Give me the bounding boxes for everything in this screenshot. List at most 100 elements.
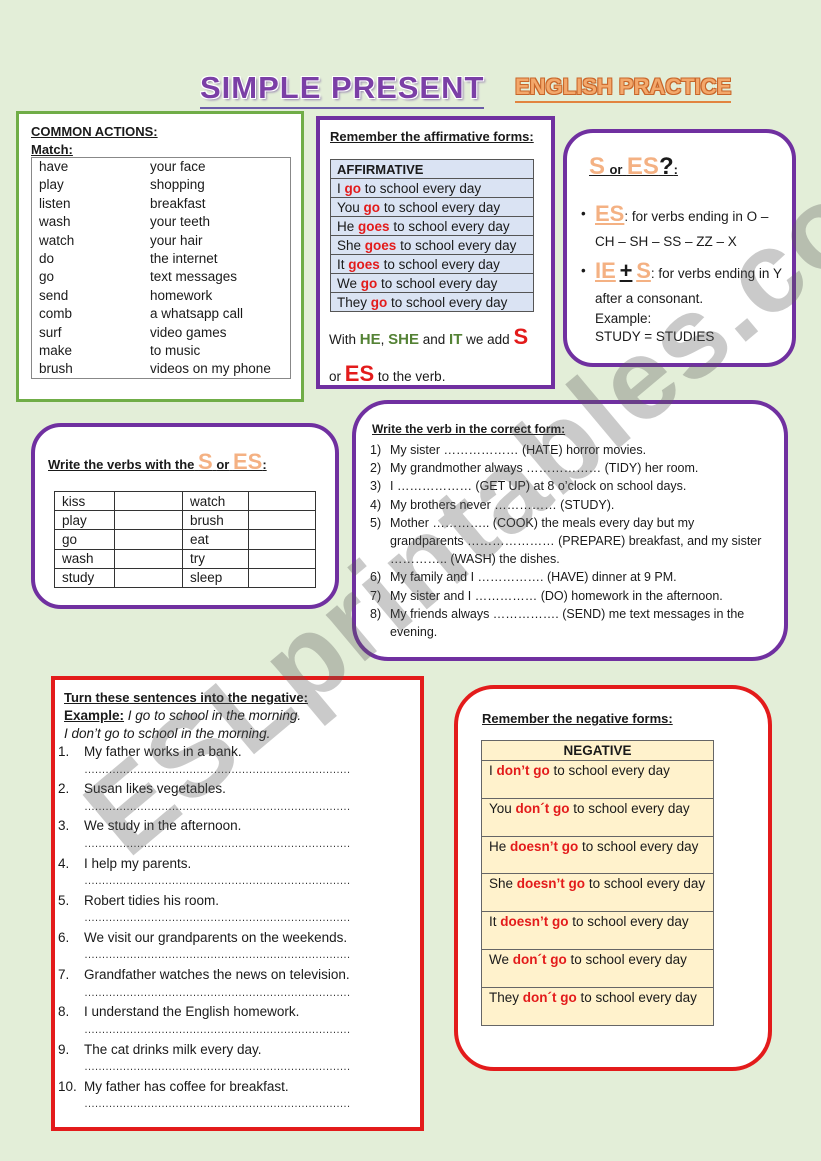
negative-row: They don´t go to school every day [481, 986, 714, 1026]
exercise-item: 3) I ……………… (GET UP) at 8 o’clock on scho… [370, 479, 687, 494]
verb-form-heading: Write the verb in the correct form: [372, 422, 566, 436]
match-row: send homework [39, 287, 213, 303]
answer-line[interactable]: ……………………………………………………………………………… [58, 873, 351, 892]
answer-line[interactable]: ……………………………………………………………………………… [58, 836, 351, 855]
match-row: play shopping [39, 177, 205, 193]
answer-line[interactable]: ……………………………………………………………………………… [58, 1096, 351, 1115]
affirmative-row: You go to school every day [330, 197, 534, 217]
exercise-item: 8. I understand the English homework. [58, 1004, 300, 1020]
exercise-item: 7) My sister and I …………… (DO) homework in… [370, 588, 723, 603]
answer-cell[interactable] [248, 529, 316, 550]
negative-table-header: NEGATIVE [481, 740, 714, 761]
negative-exercise-box: Turn these sentences into the negative: … [51, 676, 424, 1131]
rule-es: ES: for verbs ending in O – CH – SH – SS… [581, 201, 791, 254]
negative-example: Example: I go to school in the morning. … [64, 708, 302, 741]
answer-cell[interactable] [114, 529, 183, 550]
answer-cell[interactable] [114, 510, 183, 531]
rule-example: STUDY = STUDIES [595, 329, 715, 344]
rule-example-label: Example: [595, 311, 652, 326]
affirmative-table: AFFIRMATIVE I go to school every day You… [330, 159, 534, 312]
rule-ies: IE + S: for verbs ending in Y after a co… [581, 258, 791, 311]
affirmative-table-header: AFFIRMATIVE [330, 159, 534, 179]
negative-forms-heading: Remember the negative forms: [482, 711, 673, 726]
answer-line[interactable]: ……………………………………………………………………………… [58, 762, 351, 781]
exercise-item: 6) My family and I ……………. (HAVE) dinner a… [370, 570, 677, 585]
answer-cell[interactable] [114, 490, 183, 512]
exercise-item: 1) My sister ……………… (HATE) horror movies. [370, 443, 647, 457]
exercise-item: 9. The cat drinks milk every day. [58, 1041, 262, 1057]
negative-row: She doesn’t go to school every day [481, 873, 714, 913]
negative-row: You don´t go to school every day [481, 797, 714, 837]
answer-line[interactable]: ……………………………………………………………………………… [58, 1059, 351, 1078]
match-row: wash your teeth [39, 214, 211, 230]
page-title: SIMPLE PRESENT [200, 70, 485, 109]
verb-row: study sleep [54, 567, 316, 588]
negative-exercise-heading: Turn these sentences into the negative: [64, 690, 308, 705]
verb-row: wash try [54, 548, 316, 569]
match-row: brush videos on my phone [39, 361, 271, 377]
match-row: surf video games [39, 324, 227, 340]
exercise-item: 5) Mother ………….. (COOK) the meals every d… [370, 515, 762, 567]
s-or-es-rules-box: S or ES?: ES: for verbs ending in O – CH… [563, 129, 796, 367]
common-actions-heading: COMMON ACTIONS: Match: [31, 124, 158, 157]
verb-form-box: Write the verb in the correct form: 1) My… [352, 400, 788, 661]
s-or-es-title: S or ES?: [589, 153, 678, 180]
affirmative-row: It goes to school every day [330, 254, 534, 274]
verb-form-list: 1) My sister ……………… (HATE) horror movies.… [370, 441, 770, 641]
match-row: comb a whatsapp call [39, 306, 244, 322]
write-verbs-table: kiss watch play brush go eat wash try study s… [54, 490, 316, 588]
exercise-item: 8) My friends always ……………. (SEND) me tex… [370, 606, 745, 640]
exercise-item: 4. I help my parents. [58, 855, 192, 871]
affirmative-row: He goes to school every day [330, 216, 534, 236]
match-row: make to music [39, 342, 201, 358]
exercise-item: 2) My grandmother always ……………… (TIDY) he… [370, 461, 699, 476]
answer-cell[interactable] [114, 548, 183, 569]
affirmative-row: She goes to school every day [330, 235, 534, 255]
exercise-item: 3. We study in the afternoon. [58, 818, 242, 834]
match-row: watch your hair [39, 232, 203, 248]
answer-cell[interactable] [248, 567, 316, 588]
negative-row: It doesn’t go to school every day [481, 911, 714, 950]
match-row: do the internet [39, 250, 218, 266]
affirmative-heading: Remember the affirmative forms: [330, 129, 534, 144]
verb-row: kiss watch [54, 490, 316, 512]
negative-exercise-list: 1. My father works in a bank. ……………………………… [58, 743, 418, 1115]
match-row: go text messages [39, 269, 238, 285]
answer-line[interactable]: ……………………………………………………………………………… [58, 985, 351, 1004]
verb-row: go eat [54, 529, 316, 550]
exercise-item: 6. We visit our grandparents on the weeke… [58, 929, 348, 945]
exercise-item: 2. Susan likes vegetables. [58, 781, 226, 797]
common-actions-box: COMMON ACTIONS: Match: have your face pla… [16, 111, 304, 402]
affirmative-row: They go to school every day [330, 292, 534, 312]
page-subtitle: ENGLISH PRACTICE [515, 74, 732, 103]
affirmative-rule-note: With HE, SHE and IT we add S or ES to th… [329, 324, 529, 386]
s-or-es-rules: ES: for verbs ending in O – CH – SH – SS… [581, 201, 791, 347]
answer-cell[interactable] [248, 490, 316, 512]
verb-row: play brush [54, 510, 316, 531]
answer-line[interactable]: ……………………………………………………………………………… [58, 947, 351, 966]
exercise-item: 5. Robert tidies his room. [58, 892, 220, 908]
write-verbs-box: Write the verbs with the S or ES: kiss wa… [31, 423, 339, 609]
exercise-item: 4) My brothers never …………… (STUDY). [370, 497, 615, 512]
match-table: have your face play shopping listen breakfa… [31, 157, 291, 379]
answer-line[interactable]: ……………………………………………………………………………… [58, 910, 351, 929]
answer-cell[interactable] [114, 567, 183, 588]
answer-line[interactable]: ……………………………………………………………………………… [58, 1022, 351, 1041]
exercise-item: 10. My father has coffee for breakfast. [58, 1078, 289, 1094]
exercise-item: 7. Grandfather watches the news on televi… [58, 967, 350, 983]
match-row: have your face [39, 159, 206, 174]
match-row: listen breakfast [39, 195, 206, 211]
answer-cell[interactable] [248, 548, 316, 569]
affirmative-row: We go to school every day [330, 273, 534, 293]
negative-row: We don´t go to school every day [481, 948, 714, 988]
write-verbs-heading: Write the verbs with the S or ES: [48, 449, 267, 474]
affirmative-row: I go to school every day [330, 178, 534, 198]
negative-row: I don’t go to school every day [481, 760, 714, 799]
answer-cell[interactable] [248, 510, 316, 531]
negative-row: He doesn’t go to school every day [481, 835, 714, 875]
affirmative-box: Remember the affirmative forms: AFFIRMAT… [316, 116, 555, 389]
negative-table: NEGATIVE I don’t go to school every day … [481, 740, 714, 1026]
negative-forms-box: Remember the negative forms: NEGATIVE I … [454, 685, 772, 1071]
answer-line[interactable]: ……………………………………………………………………………… [58, 799, 351, 818]
exercise-item: 1. My father works in a bank. [58, 744, 242, 759]
